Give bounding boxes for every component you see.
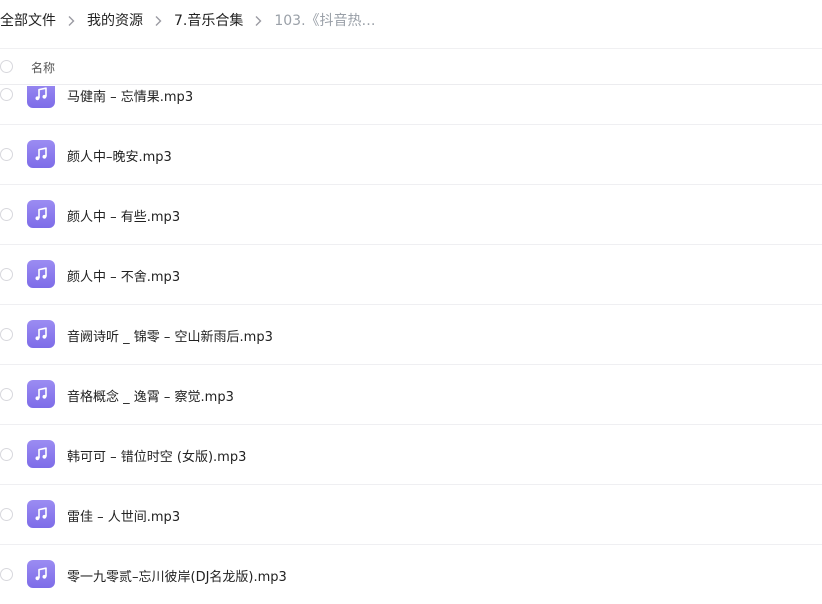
music-note-icon bbox=[27, 260, 55, 288]
row-checkbox[interactable] bbox=[0, 268, 13, 281]
breadcrumb-my-resources[interactable]: 我的资源 bbox=[87, 10, 143, 30]
music-note-icon bbox=[27, 140, 55, 168]
row-checkbox[interactable] bbox=[0, 148, 13, 161]
row-checkbox[interactable] bbox=[0, 508, 13, 521]
file-row[interactable]: 雷佳 – 人世间.mp3 bbox=[0, 485, 822, 545]
music-note-icon bbox=[27, 440, 55, 468]
music-note-icon bbox=[27, 380, 55, 408]
row-checkbox[interactable] bbox=[0, 328, 13, 341]
file-row[interactable]: 颜人中 – 不舍.mp3 bbox=[0, 245, 822, 305]
file-row[interactable]: 颜人中–晚安.mp3 bbox=[0, 125, 822, 185]
chevron-right-icon bbox=[251, 14, 265, 28]
file-name[interactable]: 雷佳 – 人世间.mp3 bbox=[67, 506, 180, 525]
row-checkbox[interactable] bbox=[0, 388, 13, 401]
music-note-icon bbox=[27, 560, 55, 588]
row-checkbox[interactable] bbox=[0, 568, 13, 581]
chevron-right-icon bbox=[64, 14, 78, 28]
file-list: 马健南 – 忘情果.mp3 颜人中–晚安.mp3 颜人中 – 有些.mp3 颜人… bbox=[0, 86, 822, 604]
file-row[interactable]: 零一九零贰–忘川彼岸(DJ名龙版).mp3 bbox=[0, 545, 822, 604]
select-all-checkbox[interactable] bbox=[0, 60, 13, 73]
breadcrumb-current-folder: 103.《抖音热… bbox=[274, 13, 376, 29]
music-note-icon bbox=[27, 320, 55, 348]
file-row[interactable]: 马健南 – 忘情果.mp3 bbox=[0, 86, 822, 125]
row-checkbox[interactable] bbox=[0, 88, 13, 101]
music-note-icon bbox=[27, 86, 55, 108]
music-note-icon bbox=[27, 500, 55, 528]
file-row[interactable]: 韩可可 – 错位时空 (女版).mp3 bbox=[0, 425, 822, 485]
file-row[interactable]: 颜人中 – 有些.mp3 bbox=[0, 185, 822, 245]
file-name[interactable]: 音阙诗听 _ 锦零 – 空山新雨后.mp3 bbox=[67, 326, 273, 345]
file-row[interactable]: 音阙诗听 _ 锦零 – 空山新雨后.mp3 bbox=[0, 305, 822, 365]
row-checkbox[interactable] bbox=[0, 448, 13, 461]
breadcrumb: 全部文件 我的资源 7.音乐合集 103.《抖音热… bbox=[0, 0, 822, 40]
file-name[interactable]: 韩可可 – 错位时空 (女版).mp3 bbox=[67, 446, 246, 465]
file-name[interactable]: 颜人中 – 有些.mp3 bbox=[67, 206, 180, 225]
file-name[interactable]: 零一九零贰–忘川彼岸(DJ名龙版).mp3 bbox=[67, 566, 287, 585]
breadcrumb-music-collection[interactable]: 7.音乐合集 bbox=[174, 10, 243, 30]
file-row[interactable]: 音格概念 _ 逸霄 – 察觉.mp3 bbox=[0, 365, 822, 425]
file-name[interactable]: 颜人中 – 不舍.mp3 bbox=[67, 266, 180, 285]
column-header-name[interactable]: 名称 bbox=[31, 59, 55, 76]
breadcrumb-all-files[interactable]: 全部文件 bbox=[0, 10, 56, 30]
file-name[interactable]: 颜人中–晚安.mp3 bbox=[67, 146, 172, 165]
music-note-icon bbox=[27, 200, 55, 228]
row-checkbox[interactable] bbox=[0, 208, 13, 221]
file-list-header: 名称 bbox=[0, 48, 822, 85]
file-name[interactable]: 音格概念 _ 逸霄 – 察觉.mp3 bbox=[67, 386, 234, 405]
file-name[interactable]: 马健南 – 忘情果.mp3 bbox=[67, 86, 193, 105]
chevron-right-icon bbox=[151, 14, 165, 28]
